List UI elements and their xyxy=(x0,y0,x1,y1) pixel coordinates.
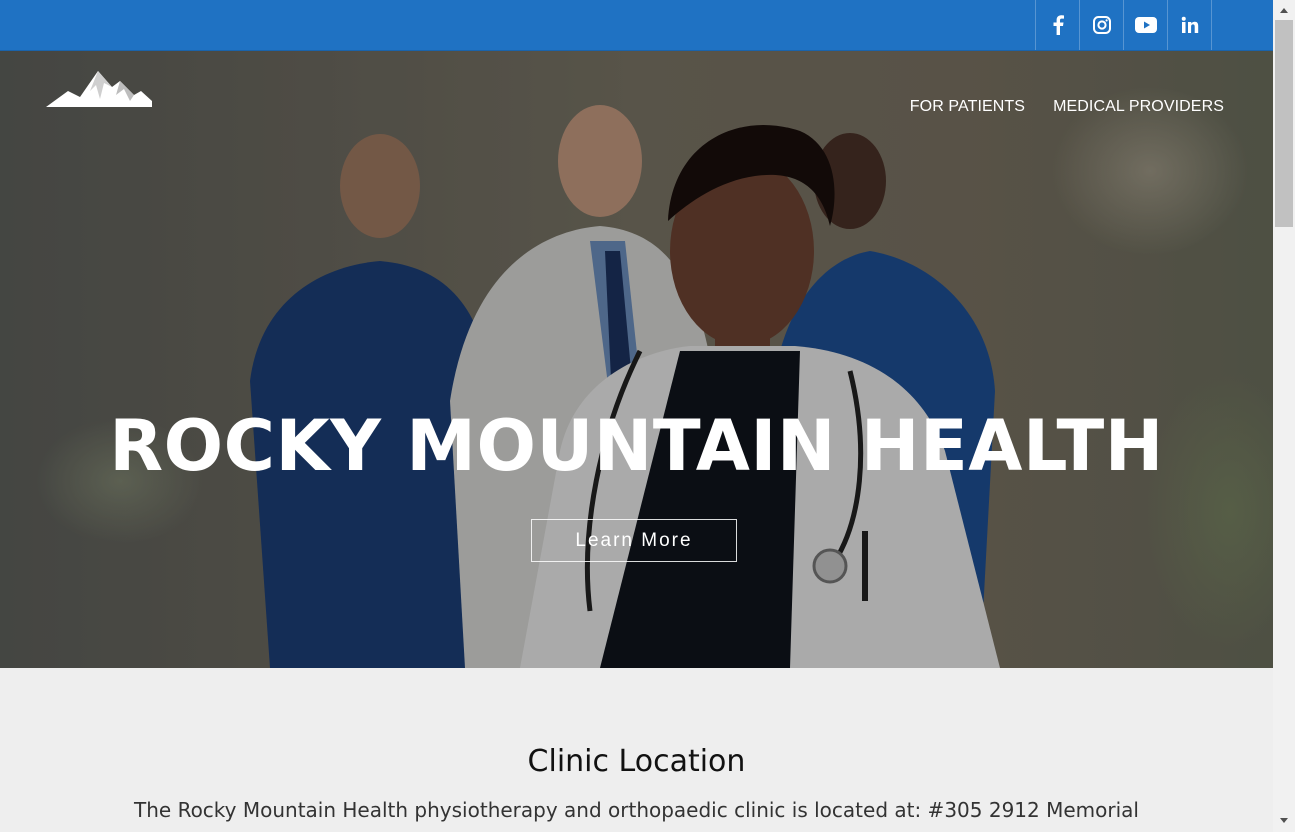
facebook-link[interactable] xyxy=(1036,0,1080,50)
top-bar xyxy=(0,0,1273,51)
clinic-location-section: Clinic Location The Rocky Mountain Healt… xyxy=(0,668,1273,832)
nav-for-patients[interactable]: FOR PATIENTS xyxy=(910,98,1025,116)
mountain-logo-icon xyxy=(46,71,152,107)
facebook-icon xyxy=(1053,15,1064,35)
vertical-scrollbar[interactable] xyxy=(1273,0,1295,832)
linkedin-link[interactable] xyxy=(1168,0,1212,50)
section-title: Clinic Location xyxy=(527,744,746,779)
linkedin-icon xyxy=(1181,16,1198,33)
youtube-icon xyxy=(1134,17,1157,33)
hero-title: ROCKY MOUNTAIN HEALTH xyxy=(109,405,1164,487)
scroll-thumb[interactable] xyxy=(1275,20,1293,227)
nav-medical-providers[interactable]: MEDICAL PROVIDERS xyxy=(1053,98,1224,116)
site-logo[interactable] xyxy=(46,69,152,109)
hero-section: FOR PATIENTS MEDICAL PROVIDERS ROCKY MOU… xyxy=(0,51,1273,668)
clinic-address-text: The Rocky Mountain Health physiotherapy … xyxy=(134,798,1139,822)
learn-more-button[interactable]: Learn More xyxy=(531,519,737,562)
arrow-down-icon xyxy=(1280,818,1288,823)
page: FOR PATIENTS MEDICAL PROVIDERS ROCKY MOU… xyxy=(0,0,1273,832)
scroll-up-arrow[interactable] xyxy=(1273,2,1295,19)
social-links xyxy=(1035,0,1212,50)
instagram-link[interactable] xyxy=(1080,0,1124,50)
main-nav: FOR PATIENTS MEDICAL PROVIDERS xyxy=(910,98,1224,116)
arrow-up-icon xyxy=(1280,8,1288,13)
instagram-icon xyxy=(1092,16,1111,34)
scroll-down-arrow[interactable] xyxy=(1273,812,1295,829)
hero-overlay xyxy=(0,51,1273,668)
youtube-link[interactable] xyxy=(1124,0,1168,50)
